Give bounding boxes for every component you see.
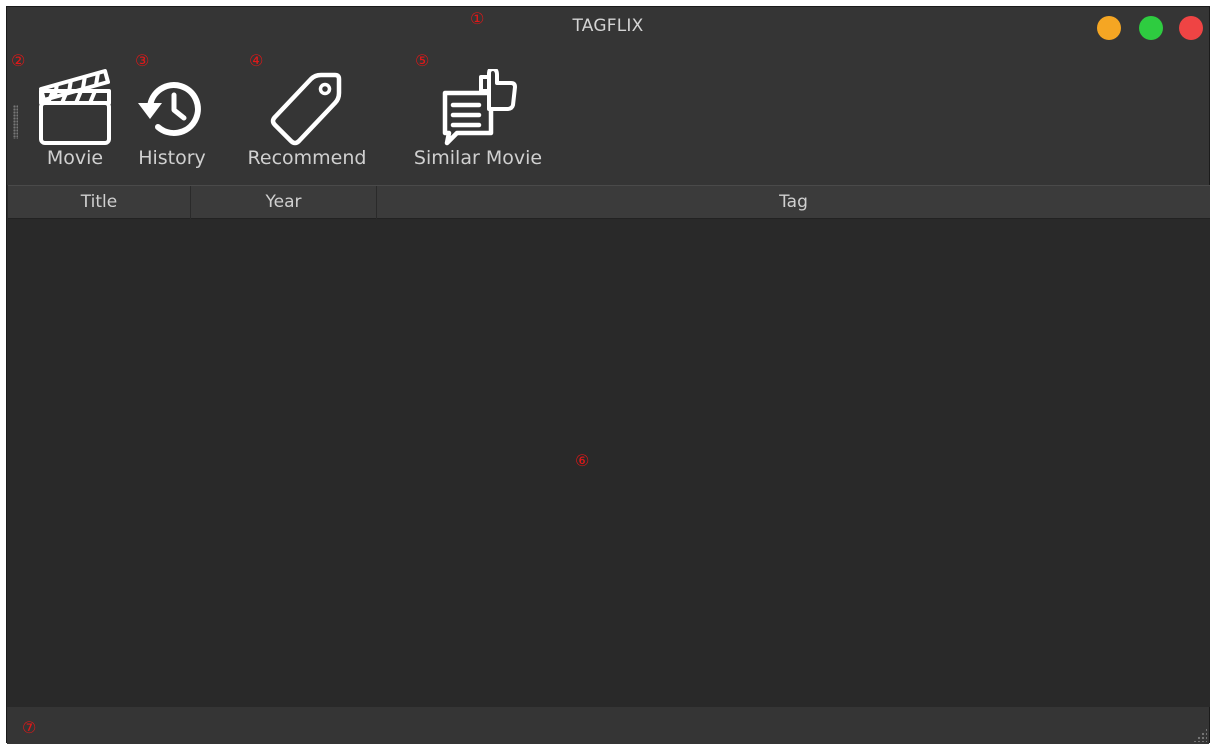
status-bar: ⑦: [7, 707, 1209, 744]
marker-2: ②: [11, 51, 26, 70]
marker-5: ⑤: [415, 51, 430, 70]
column-header-title[interactable]: Title: [8, 186, 191, 219]
thumbs-up-review-icon: [442, 69, 517, 146]
minimize-button[interactable]: [1097, 16, 1121, 40]
column-header-year[interactable]: Year: [191, 186, 377, 219]
movie-button[interactable]: ② Movie: [11, 45, 123, 185]
toolbar-grip[interactable]: [13, 105, 18, 139]
movie-label: Movie: [46, 147, 104, 169]
history-icon: [138, 82, 201, 136]
toolbar: ② Movie ③ History ④ Recommend ⑤ Similar …: [7, 45, 1209, 185]
table-header: Title Year Tag: [8, 185, 1210, 219]
recommend-button[interactable]: ④ Recommend: [237, 45, 377, 185]
marker-7: ⑦: [22, 718, 37, 737]
recommend-label: Recommend: [247, 147, 367, 169]
close-button[interactable]: [1179, 16, 1203, 40]
movie-table-body[interactable]: ⑥: [8, 219, 1210, 707]
clapperboard-icon: [39, 69, 111, 145]
marker-4: ④: [249, 51, 264, 70]
title-bar[interactable]: ① TAGFLIX: [7, 7, 1209, 45]
marker-6: ⑥: [575, 451, 590, 470]
maximize-button[interactable]: [1139, 16, 1163, 40]
history-button[interactable]: ③ History: [131, 45, 213, 185]
marker-3: ③: [135, 51, 150, 70]
column-header-tag[interactable]: Tag: [377, 186, 1210, 219]
resize-grip[interactable]: [1193, 728, 1207, 742]
tag-icon: [270, 72, 342, 146]
window-title: TAGFLIX: [572, 16, 644, 36]
similar-movie-label: Similar Movie: [413, 147, 543, 169]
similar-movie-button[interactable]: ⑤ Similar Movie: [401, 45, 555, 185]
app-window: ① TAGFLIX ② Movie ③ History ④ Recommend …: [6, 6, 1210, 744]
history-label: History: [138, 147, 206, 169]
